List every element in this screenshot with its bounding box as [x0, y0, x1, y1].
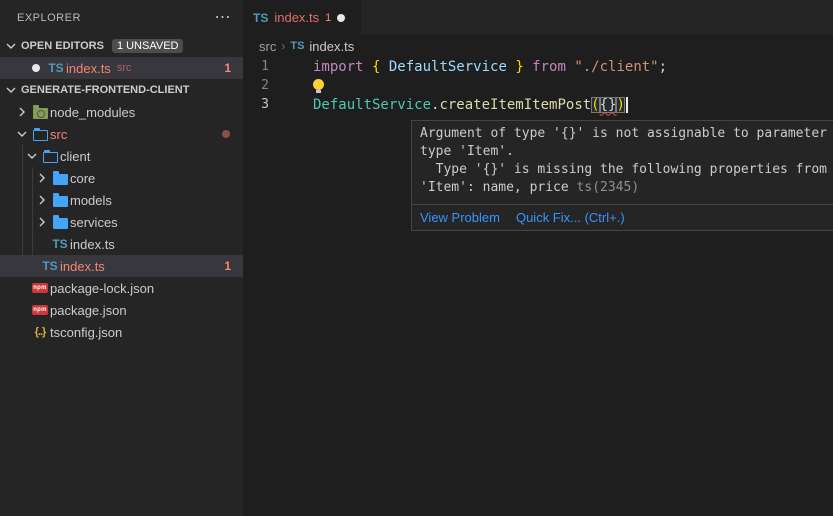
unsaved-dot-icon[interactable]	[26, 64, 46, 72]
vscode-window: EXPLORER ⋯ OPEN EDITORS 1 UNSAVED TS ind…	[0, 0, 833, 516]
open-editor-filename: index.ts	[66, 61, 111, 76]
breadcrumb: src › TS index.ts	[243, 35, 833, 57]
chevron-down-icon	[24, 148, 40, 164]
modified-dot-icon	[222, 130, 230, 138]
tree-item-label: services	[70, 215, 118, 230]
tree-item-label: tsconfig.json	[50, 325, 122, 340]
folder-open-icon	[40, 149, 60, 163]
project-root-label: GENERATE-FRONTEND-CLIENT	[21, 84, 189, 96]
tree-item-package-lock-json[interactable]: npm package-lock.json	[0, 277, 243, 299]
tree-item-node-modules[interactable]: node_modules	[0, 101, 243, 123]
typescript-file-icon: TS	[290, 41, 304, 52]
view-problem-link[interactable]: View Problem	[420, 210, 500, 225]
open-editors-label: OPEN EDITORS	[21, 40, 104, 52]
tree-item-label: index.ts	[60, 259, 105, 274]
code-text: import { DefaultService } from "./client…	[313, 59, 667, 75]
file-tree: node_modules src client	[0, 101, 243, 343]
breadcrumb-file[interactable]: index.ts	[309, 39, 354, 54]
tree-item-label: models	[70, 193, 112, 208]
tab-problems-badge: 1	[325, 12, 331, 24]
typescript-file-icon: TS	[253, 12, 268, 24]
typescript-file-icon: TS	[40, 260, 60, 272]
tree-item-label: src	[50, 127, 67, 142]
tree-item-client[interactable]: client	[0, 145, 243, 167]
text-cursor	[626, 97, 628, 113]
folder-icon	[50, 193, 70, 207]
tree-item-label: package-lock.json	[50, 281, 154, 296]
node-modules-folder-icon	[30, 105, 50, 119]
tab-index-ts[interactable]: TS index.ts 1	[243, 0, 361, 35]
chevron-down-icon	[14, 126, 30, 142]
tab-filename: index.ts	[274, 10, 319, 25]
code-text: DefaultService.createItemItemPost({})	[313, 97, 628, 113]
open-editor-item-index-ts[interactable]: TS index.ts src 1	[0, 57, 243, 79]
unsaved-badge: 1 UNSAVED	[112, 39, 184, 53]
tooltip-actions: View Problem Quick Fix... (Ctrl+.)	[412, 204, 833, 230]
json-config-icon: {..}	[30, 326, 50, 338]
tree-item-src[interactable]: src	[0, 123, 243, 145]
tree-item-src-index-ts[interactable]: TS index.ts 1	[0, 255, 243, 277]
quick-fix-link[interactable]: Quick Fix... (Ctrl+.)	[516, 210, 625, 225]
tree-item-tsconfig-json[interactable]: {..} tsconfig.json	[0, 321, 243, 343]
breadcrumb-folder[interactable]: src	[259, 39, 276, 54]
tree-item-package-json[interactable]: npm package.json	[0, 299, 243, 321]
npm-file-icon: npm	[30, 305, 50, 315]
tree-item-label: core	[70, 171, 95, 186]
line-number: 1	[243, 59, 269, 74]
project-root-header[interactable]: GENERATE-FRONTEND-CLIENT	[0, 79, 243, 101]
error-message: Argument of type '{}' is not assignable …	[412, 121, 833, 204]
folder-open-icon	[30, 127, 50, 141]
more-actions-icon[interactable]: ⋯	[215, 10, 232, 26]
line-number: 3	[243, 97, 269, 112]
chevron-right-icon: ›	[281, 39, 285, 53]
error-hover-tooltip: Argument of type '{}' is not assignable …	[411, 120, 833, 231]
error-message-line: 'Item': name, price ts(2345)	[420, 180, 833, 198]
problems-count-badge: 1	[224, 259, 231, 273]
code-line-2[interactable]: 2	[243, 76, 833, 95]
folder-icon	[50, 215, 70, 229]
chevron-right-icon	[34, 170, 50, 186]
error-squiggle-braces: {}	[600, 97, 617, 113]
lightbulb-icon[interactable]	[313, 79, 324, 90]
error-code-ref: ts(2345)	[577, 180, 640, 195]
tree-item-label: node_modules	[50, 105, 135, 120]
folder-icon	[50, 171, 70, 185]
line-number: 2	[243, 78, 269, 93]
npm-file-icon: npm	[30, 283, 50, 293]
tree-item-services[interactable]: services	[0, 211, 243, 233]
chevron-right-icon	[14, 104, 30, 120]
unsaved-dot-icon[interactable]	[337, 14, 345, 22]
editor-area: TS index.ts 1 src › TS index.ts 1 import…	[243, 0, 833, 516]
typescript-file-icon: TS	[46, 62, 66, 74]
tree-item-label: index.ts	[70, 237, 115, 252]
error-message-line: Argument of type '{}' is not assignable …	[420, 126, 833, 144]
explorer-sidebar: EXPLORER ⋯ OPEN EDITORS 1 UNSAVED TS ind…	[0, 0, 243, 516]
chevron-right-icon	[34, 214, 50, 230]
typescript-file-icon: TS	[50, 238, 70, 250]
code-text	[313, 78, 324, 94]
chevron-right-icon	[34, 192, 50, 208]
code-editor[interactable]: 1 import { DefaultService } from "./clie…	[243, 57, 833, 114]
error-message-line: Type '{}' is missing the following prope…	[420, 162, 833, 180]
code-line-1[interactable]: 1 import { DefaultService } from "./clie…	[243, 57, 833, 76]
chevron-down-icon	[3, 82, 19, 98]
open-editor-folder-detail: src	[117, 62, 132, 74]
error-message-line: type 'Item'.	[420, 144, 833, 162]
sidebar-title-row: EXPLORER ⋯	[0, 0, 243, 35]
editor-tab-bar: TS index.ts 1	[243, 0, 833, 35]
code-line-3[interactable]: 3 DefaultService.createItemItemPost({})	[243, 95, 833, 114]
open-editors-header[interactable]: OPEN EDITORS 1 UNSAVED	[0, 35, 243, 57]
explorer-title: EXPLORER	[17, 12, 81, 24]
tree-item-label: package.json	[50, 303, 127, 318]
tree-item-label: client	[60, 149, 90, 164]
chevron-down-icon	[3, 38, 19, 54]
tree-item-models[interactable]: models	[0, 189, 243, 211]
problems-count-badge: 1	[224, 61, 231, 75]
tree-item-client-index-ts[interactable]: TS index.ts	[0, 233, 243, 255]
tree-item-core[interactable]: core	[0, 167, 243, 189]
